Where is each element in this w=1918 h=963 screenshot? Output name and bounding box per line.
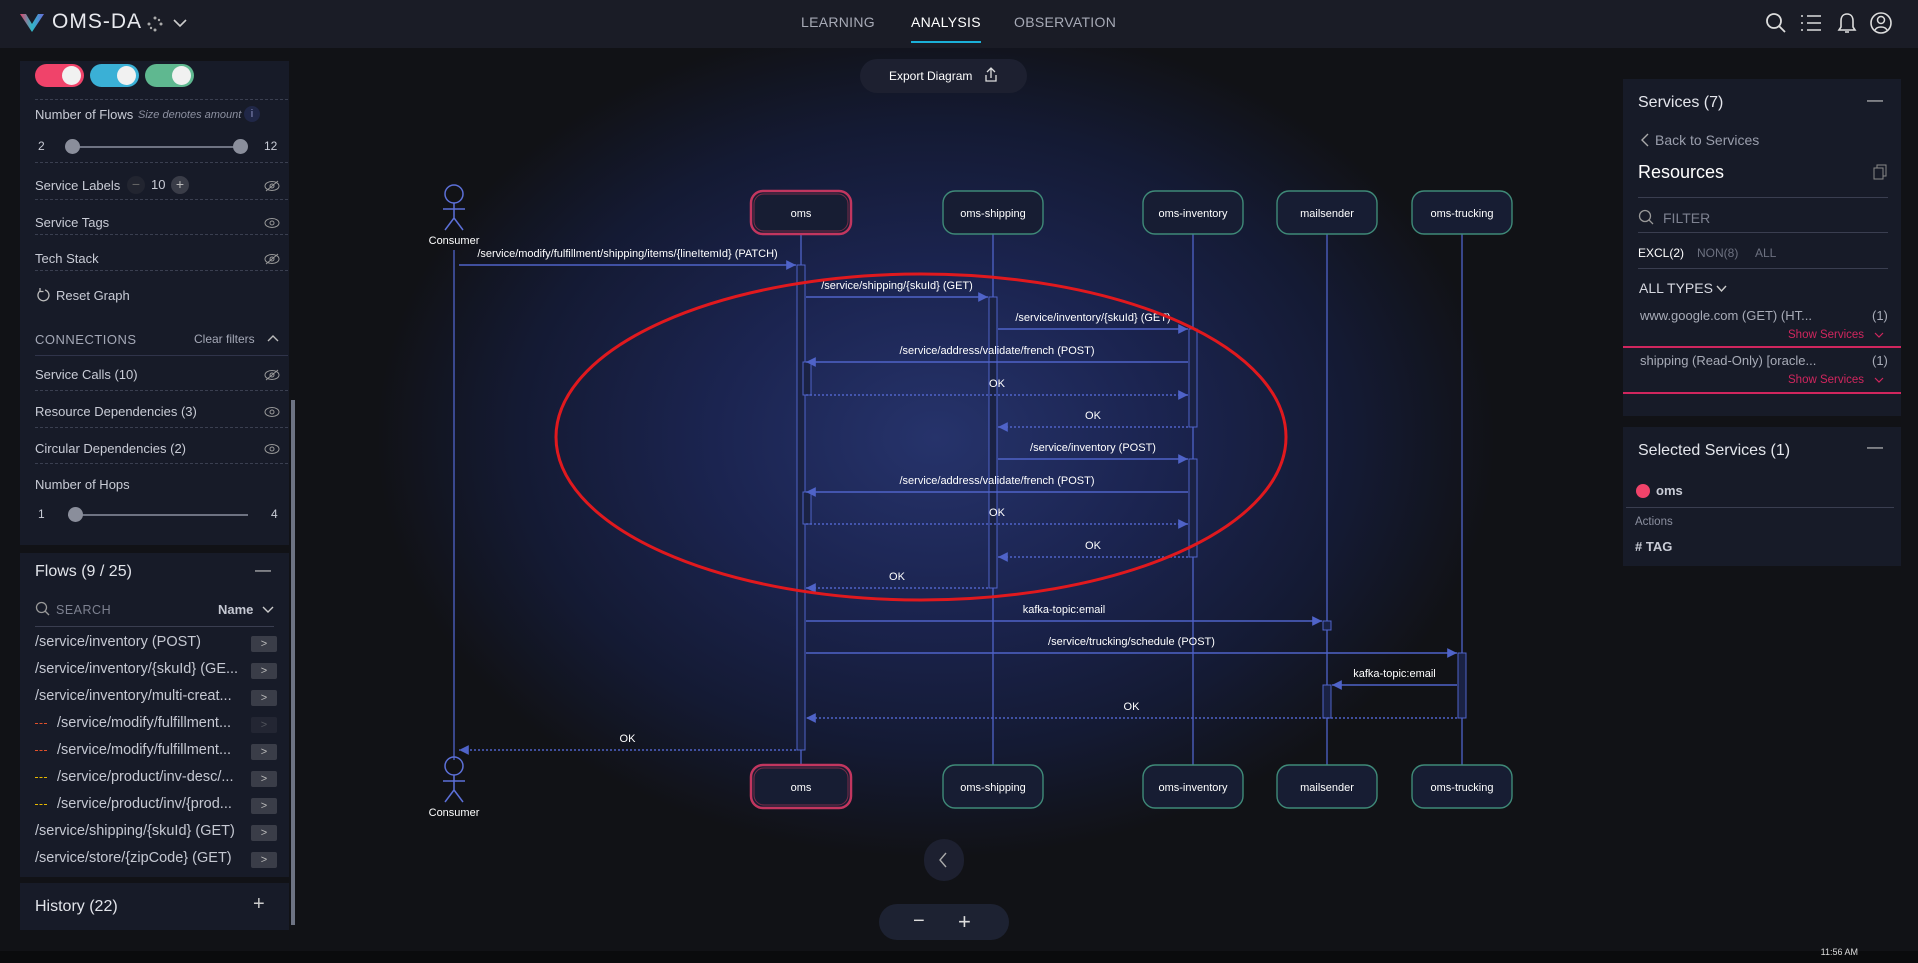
- message-label: OK: [1085, 540, 1102, 552]
- message-label: /service/inventory/{skuId} (GET): [1015, 312, 1170, 324]
- activation-bar: [1188, 328, 1198, 428]
- chevron-left-icon: [939, 852, 947, 868]
- activation-bar: [1322, 684, 1332, 719]
- activation-bar: [988, 296, 998, 589]
- filter-input[interactable]: FILTER: [1663, 210, 1710, 226]
- selected-services-title: Selected Services (1): [1638, 442, 1791, 459]
- participant-label: oms-shipping: [960, 782, 1025, 794]
- red-annotation-ellipse: [554, 272, 1288, 602]
- activation-bar: [1188, 458, 1198, 558]
- participant-label: oms-shipping: [960, 208, 1025, 220]
- back-to-services-link[interactable]: Back to Services: [1655, 132, 1759, 148]
- taskbar: 11:56 AM: [0, 947, 1918, 963]
- message-label: OK: [889, 571, 906, 583]
- chevron-down-icon[interactable]: [1874, 332, 1884, 339]
- resource-label: shipping (Read-Only) [oracle...: [1640, 353, 1817, 368]
- message-label: OK: [989, 507, 1006, 519]
- service-color-dot: [1636, 484, 1650, 498]
- copy-icon[interactable]: [1873, 164, 1887, 180]
- actions-label: Actions: [1635, 516, 1673, 528]
- activation-bar: [802, 361, 812, 396]
- selected-service-name[interactable]: oms: [1656, 483, 1683, 498]
- participant-label: Consumer: [429, 807, 480, 819]
- participant-label: mailsender: [1300, 208, 1354, 220]
- message-label: OK: [1085, 410, 1102, 422]
- zoom-control: − +: [879, 904, 1009, 940]
- message-label: /service/trucking/schedule (POST): [1048, 636, 1215, 648]
- message-label: OK: [620, 733, 637, 745]
- resource-count: (1): [1872, 353, 1888, 368]
- search-icon: [1638, 209, 1654, 225]
- collapse-button[interactable]: —: [1867, 92, 1883, 110]
- participant-label: Consumer: [429, 235, 480, 247]
- chevron-down-icon[interactable]: [1716, 285, 1727, 293]
- chevron-left-icon[interactable]: [1640, 133, 1650, 147]
- message-label: /service/modify/fulfillment/shipping/ite…: [477, 248, 777, 260]
- message-label: OK: [1124, 701, 1141, 713]
- participant-label: oms: [791, 782, 812, 794]
- participant-label: mailsender: [1300, 782, 1354, 794]
- show-services-link[interactable]: Show Services: [1788, 374, 1864, 386]
- participant-label: oms-inventory: [1158, 208, 1228, 220]
- message-label: kafka-topic:email: [1353, 668, 1436, 680]
- resources-title: Resources: [1638, 162, 1725, 182]
- chevron-down-icon[interactable]: [1874, 377, 1884, 384]
- tab-non[interactable]: NON(8): [1697, 246, 1738, 260]
- actor-body: [443, 775, 465, 803]
- tab-all[interactable]: ALL: [1755, 246, 1776, 260]
- taskbar-clock: 11:56 AM: [1820, 947, 1858, 957]
- tab-excl[interactable]: EXCL(2): [1638, 246, 1684, 260]
- collapse-button[interactable]: —: [1867, 439, 1883, 457]
- message-label: /service/address/validate/french (POST): [899, 345, 1094, 357]
- zoom-in-button[interactable]: +: [958, 909, 971, 935]
- actor-head: [444, 184, 464, 204]
- activation-bar: [1457, 652, 1467, 719]
- zoom-out-button[interactable]: −: [913, 910, 925, 933]
- resource-count: (1): [1872, 308, 1888, 323]
- message-label: OK: [989, 378, 1006, 390]
- services-title: Services (7): [1638, 94, 1724, 111]
- tag-button[interactable]: # TAG: [1635, 539, 1672, 554]
- collapse-panel-button[interactable]: [924, 839, 964, 881]
- activation-bar: [802, 491, 812, 525]
- actor-icon: [443, 184, 465, 231]
- show-services-link[interactable]: Show Services: [1788, 329, 1864, 341]
- activation-bar: [1322, 620, 1332, 631]
- participant-label: oms-inventory: [1158, 782, 1228, 794]
- actor-icon: [443, 756, 465, 803]
- participant-label: oms: [791, 208, 812, 220]
- actor-body: [443, 203, 465, 231]
- message-label: /service/address/validate/french (POST): [899, 475, 1094, 487]
- resource-label: www.google.com (GET) (HT...: [1640, 308, 1812, 323]
- participant-label: oms-trucking: [1431, 208, 1494, 220]
- types-select[interactable]: ALL TYPES: [1639, 280, 1713, 296]
- participant-label: oms-trucking: [1431, 782, 1494, 794]
- message-label: /service/shipping/{skuId} (GET): [821, 280, 973, 292]
- message-label: kafka-topic:email: [1023, 604, 1106, 616]
- message-label: /service/inventory (POST): [1030, 442, 1156, 454]
